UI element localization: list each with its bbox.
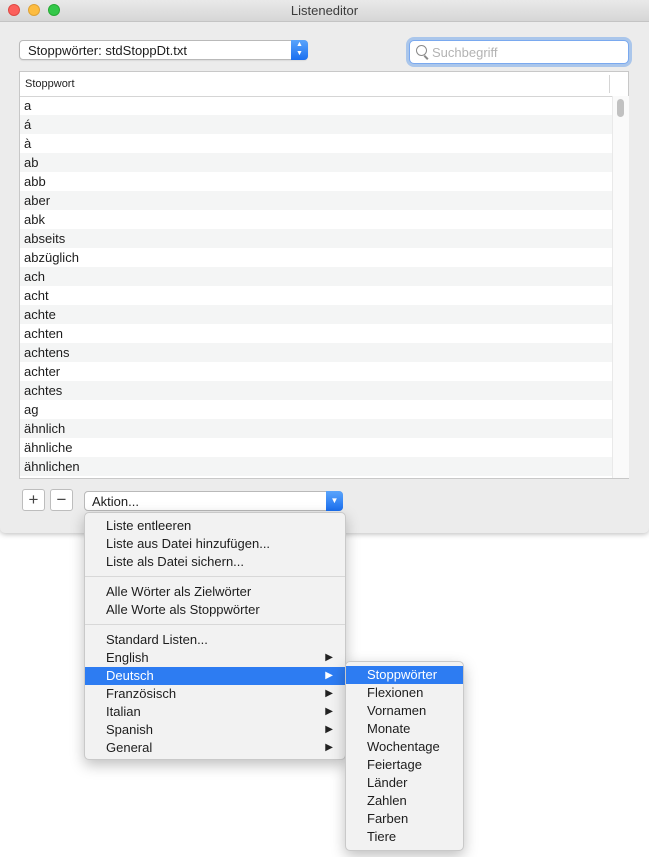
menu-item-english[interactable]: English ▶ bbox=[85, 649, 345, 667]
search-field[interactable] bbox=[409, 40, 629, 64]
chevron-down-icon: ▼ bbox=[326, 491, 343, 511]
menu-item-all-as-stopwords[interactable]: Alle Worte als Stoppwörter bbox=[85, 601, 345, 619]
submenu-arrow-icon: ▶ bbox=[325, 706, 333, 717]
submenu-arrow-icon: ▶ bbox=[325, 724, 333, 735]
menu-item-label: Spanish bbox=[106, 722, 153, 737]
column-divider bbox=[609, 75, 610, 93]
table-row[interactable]: abseits bbox=[20, 229, 612, 248]
menu-item-italian[interactable]: Italian ▶ bbox=[85, 703, 345, 721]
add-button[interactable]: + bbox=[22, 489, 45, 511]
menu-item-label: Deutsch bbox=[106, 668, 154, 683]
table-row[interactable]: abzüglich bbox=[20, 248, 612, 267]
submenu-arrow-icon: ▶ bbox=[325, 688, 333, 699]
table-row[interactable]: achtens bbox=[20, 343, 612, 362]
menu-item-all-as-target-words[interactable]: Alle Wörter als Zielwörter bbox=[85, 583, 345, 601]
table-row[interactable]: ag bbox=[20, 400, 612, 419]
table-row[interactable]: achten bbox=[20, 324, 612, 343]
menu-item-general[interactable]: General ▶ bbox=[85, 739, 345, 757]
menu-item-add-from-file[interactable]: Liste aus Datei hinzufügen... bbox=[85, 535, 345, 553]
submenu-item-stoppwörter[interactable]: Stoppwörter bbox=[346, 666, 463, 684]
action-menu: Liste entleeren Liste aus Datei hinzufüg… bbox=[84, 512, 346, 760]
list-editor-window: Listeneditor Stoppwörter: stdStoppDt.txt… bbox=[0, 0, 649, 533]
menu-item-deutsch[interactable]: Deutsch ▶ bbox=[85, 667, 345, 685]
table-row[interactable]: ähnlichen bbox=[20, 457, 612, 476]
menu-item-standard-listen[interactable]: Standard Listen... bbox=[85, 631, 345, 649]
stopword-table: Stoppwort a á à ab abb aber abk abseits abzüglic… bbox=[19, 71, 629, 479]
table-row[interactable]: á bbox=[20, 115, 612, 134]
table-row[interactable]: ähnlich bbox=[20, 419, 612, 438]
menu-item-französisch[interactable]: Französisch ▶ bbox=[85, 685, 345, 703]
menu-item-clear-list[interactable]: Liste entleeren bbox=[85, 517, 345, 535]
table-row[interactable]: acht bbox=[20, 286, 612, 305]
submenu-item-länder[interactable]: Länder bbox=[346, 774, 463, 792]
table-row[interactable]: abb bbox=[20, 172, 612, 191]
submenu-arrow-icon: ▶ bbox=[325, 670, 333, 681]
submenu-item-vornamen[interactable]: Vornamen bbox=[346, 702, 463, 720]
table-row[interactable]: a bbox=[20, 96, 612, 115]
submenu-item-farben[interactable]: Farben bbox=[346, 810, 463, 828]
menu-separator bbox=[85, 624, 345, 625]
table-row[interactable]: aber bbox=[20, 191, 612, 210]
submenu-item-zahlen[interactable]: Zahlen bbox=[346, 792, 463, 810]
submenu-item-tiere[interactable]: Tiere bbox=[346, 828, 463, 846]
table-row[interactable]: ähnliche bbox=[20, 438, 612, 457]
remove-button[interactable]: − bbox=[50, 489, 73, 511]
search-icon bbox=[416, 45, 427, 56]
menu-item-label: General bbox=[106, 740, 153, 755]
menu-item-label: Italian bbox=[106, 704, 141, 719]
submenu-item-feiertage[interactable]: Feiertage bbox=[346, 756, 463, 774]
action-popup[interactable]: Aktion... ▼ bbox=[84, 491, 343, 511]
search-input[interactable] bbox=[432, 43, 622, 61]
deutsch-submenu: Stoppwörter Flexionen Vornamen Monate Wochen… bbox=[345, 661, 464, 851]
menu-item-label: Standard Listen... bbox=[106, 632, 208, 647]
table-row[interactable]: ach bbox=[20, 267, 612, 286]
menu-item-label: Französisch bbox=[106, 686, 177, 701]
menu-separator bbox=[85, 576, 345, 577]
window-title: Listeneditor bbox=[290, 3, 359, 18]
up-down-chevron-icon: ▲ ▼ bbox=[291, 40, 308, 60]
action-popup-label: Aktion... bbox=[92, 494, 139, 509]
table-row[interactable]: achter bbox=[20, 362, 612, 381]
table-header: Stoppwort bbox=[20, 72, 628, 97]
table-row[interactable]: abk bbox=[20, 210, 612, 229]
submenu-arrow-icon: ▶ bbox=[325, 742, 333, 753]
table-row[interactable]: ab bbox=[20, 153, 612, 172]
submenu-item-monate[interactable]: Monate bbox=[346, 720, 463, 738]
menu-item-save-as-file[interactable]: Liste als Datei sichern... bbox=[85, 553, 345, 571]
submenu-arrow-icon: ▶ bbox=[325, 652, 333, 663]
list-select-label: Stoppwörter: stdStoppDt.txt bbox=[28, 43, 187, 58]
submenu-item-flexionen[interactable]: Flexionen bbox=[346, 684, 463, 702]
table-row[interactable]: achte bbox=[20, 305, 612, 324]
list-select-popup[interactable]: Stoppwörter: stdStoppDt.txt ▲ ▼ bbox=[19, 40, 308, 60]
table-rows: a á à ab abb aber abk abseits abzüglich ach acht ac… bbox=[20, 96, 612, 478]
table-row[interactable]: achtes bbox=[20, 381, 612, 400]
title-bar: Listeneditor bbox=[0, 0, 649, 22]
vertical-scrollbar[interactable] bbox=[612, 96, 629, 478]
menu-item-spanish[interactable]: Spanish ▶ bbox=[85, 721, 345, 739]
submenu-item-wochentage[interactable]: Wochentage bbox=[346, 738, 463, 756]
table-row[interactable]: à bbox=[20, 134, 612, 153]
scrollbar-thumb[interactable] bbox=[617, 99, 624, 117]
menu-item-label: English bbox=[106, 650, 149, 665]
column-header-stoppwort[interactable]: Stoppwort bbox=[25, 78, 75, 90]
